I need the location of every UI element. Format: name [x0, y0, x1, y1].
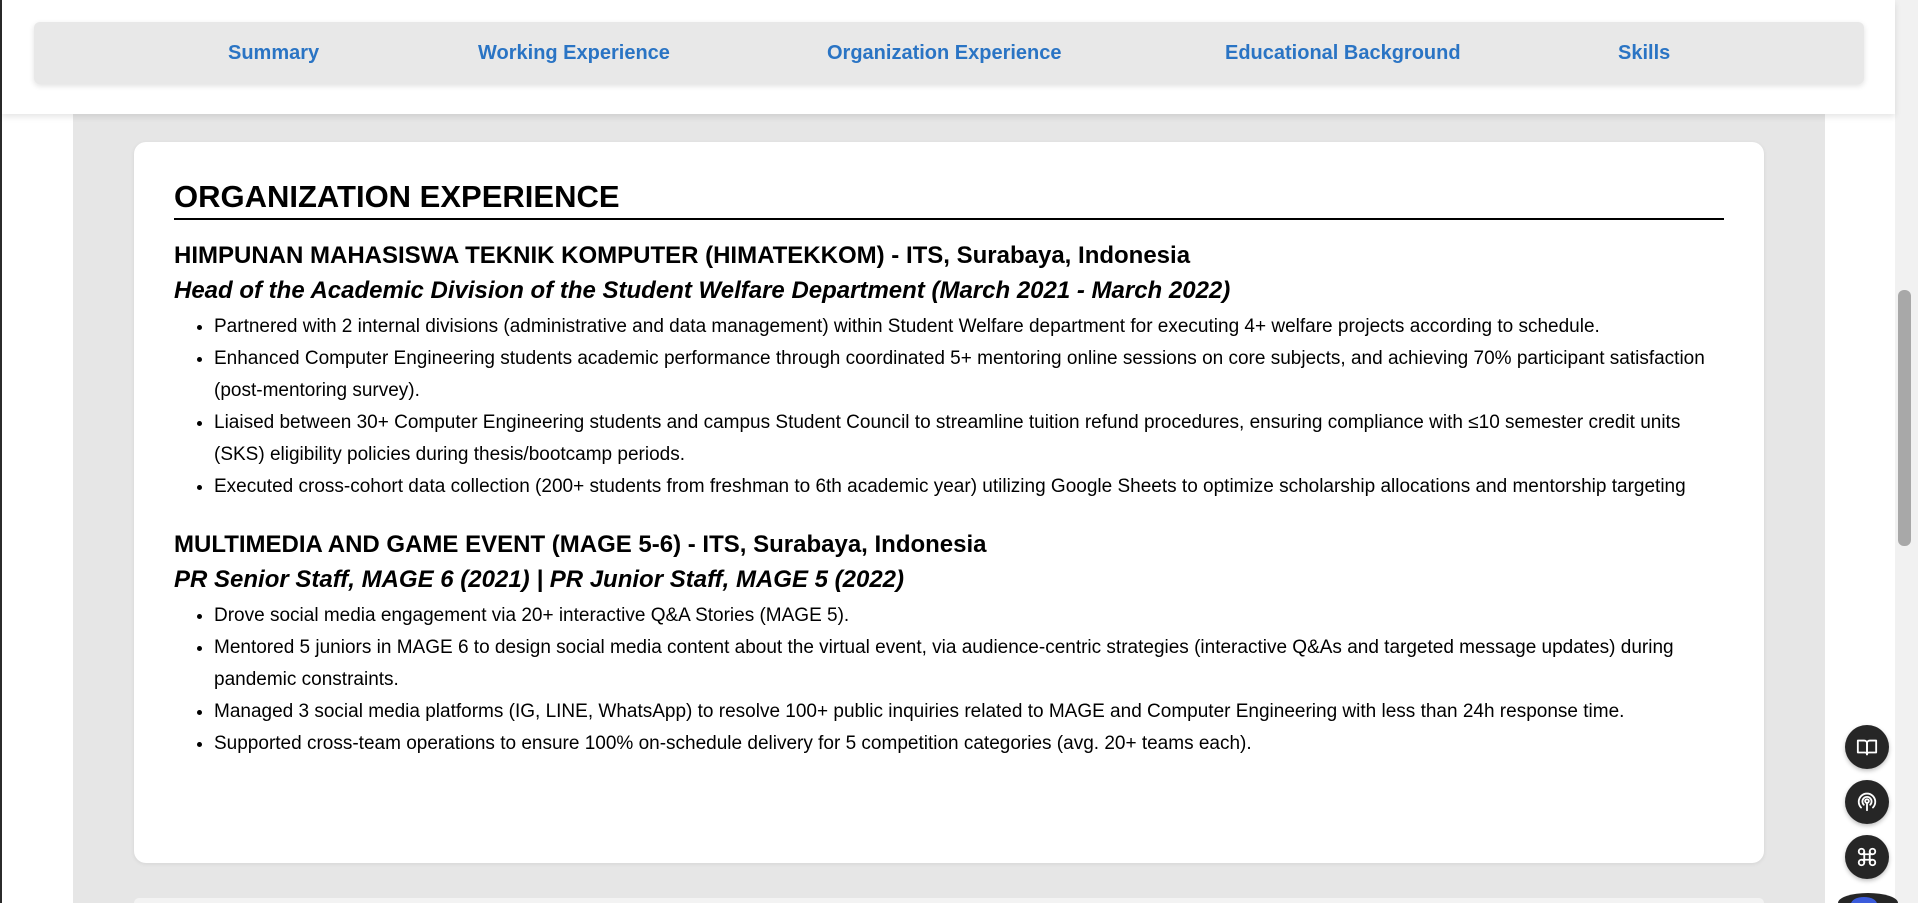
list-item: Mentored 5 juniors in MAGE 6 to design s… — [214, 632, 1724, 696]
list-item: Executed cross-cohort data collection (2… — [214, 471, 1724, 503]
command-icon — [1857, 847, 1877, 867]
section-title: ORGANIZATION EXPERIENCE — [174, 178, 1724, 220]
next-card-edge — [134, 898, 1764, 903]
top-header: Summary Working Experience Organization … — [2, 0, 1895, 114]
org-role: Head of the Academic Division of the Stu… — [174, 277, 1231, 304]
org-name: HIMPUNAN MAHASISWA TEKNIK KOMPUTER (HIMA… — [174, 242, 1191, 269]
podcast-widget-button[interactable] — [1845, 780, 1889, 824]
list-item: Supported cross-team operations to ensur… — [214, 728, 1724, 760]
card-content: ORGANIZATION EXPERIENCE HIMPUNAN MAHASIS… — [174, 178, 1724, 760]
nav-organization-experience-link[interactable]: Organization Experience — [827, 22, 1062, 84]
org-name: MULTIMEDIA AND GAME EVENT (MAGE 5-6) - I… — [174, 531, 987, 558]
list-item: Drove social media engagement via 20+ in… — [214, 600, 1724, 632]
section-nav: Summary Working Experience Organization … — [34, 22, 1864, 84]
nav-educational-background-link[interactable]: Educational Background — [1225, 22, 1461, 84]
nav-summary-link[interactable]: Summary — [228, 22, 319, 84]
command-widget-button[interactable] — [1845, 835, 1889, 879]
list-item: Enhanced Computer Engineering students a… — [214, 343, 1724, 407]
nav-skills-link[interactable]: Skills — [1618, 22, 1670, 84]
window-left-edge — [0, 0, 2, 903]
page-viewport: ORGANIZATION EXPERIENCE HIMPUNAN MAHASIS… — [0, 0, 1918, 903]
nav-working-experience-link[interactable]: Working Experience — [478, 22, 670, 84]
podcast-icon — [1857, 792, 1877, 812]
org-bullet-list: Drove social media engagement via 20+ in… — [174, 600, 1724, 760]
book-widget-button[interactable] — [1845, 725, 1889, 769]
scrollbar-thumb[interactable] — [1898, 290, 1911, 546]
org-bullet-list: Partnered with 2 internal divisions (adm… — [174, 311, 1724, 503]
list-item: Managed 3 social media platforms (IG, LI… — [214, 696, 1724, 728]
book-icon — [1856, 739, 1878, 756]
organization-experience-card: ORGANIZATION EXPERIENCE HIMPUNAN MAHASIS… — [134, 142, 1764, 863]
org-role: PR Senior Staff, MAGE 6 (2021) | PR Juni… — [174, 566, 905, 593]
list-item: Partnered with 2 internal divisions (adm… — [214, 311, 1724, 343]
list-item: Liaised between 30+ Computer Engineering… — [214, 407, 1724, 471]
